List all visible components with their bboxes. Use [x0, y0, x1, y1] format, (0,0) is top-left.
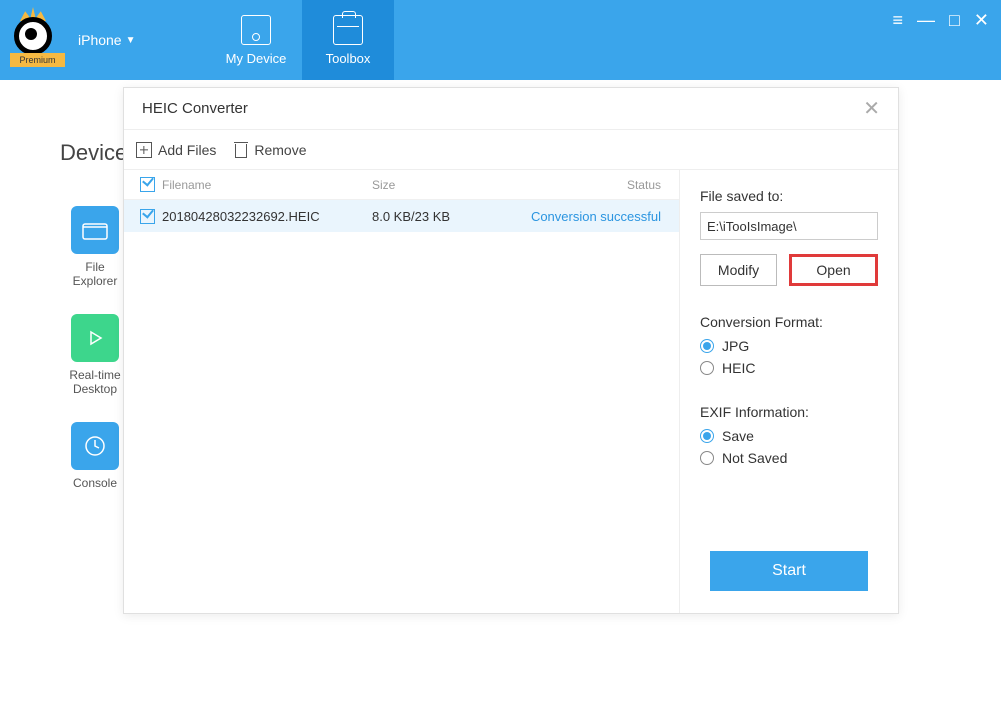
radio-icon	[700, 429, 714, 443]
plus-icon	[136, 142, 152, 158]
tab-toolbox[interactable]: Toolbox	[302, 0, 394, 80]
toolbox-icon	[333, 15, 363, 45]
close-icon[interactable]: ✕	[974, 10, 989, 31]
radio-label: Not Saved	[722, 450, 787, 466]
add-files-button[interactable]: Add Files	[136, 142, 216, 158]
device-icon	[241, 15, 271, 45]
dialog-toolbar: Add Files Remove	[124, 130, 898, 170]
radio-label: Save	[722, 428, 754, 444]
tab-label: Toolbox	[326, 51, 371, 66]
console-icon	[71, 422, 119, 470]
col-filename[interactable]: Filename	[162, 178, 372, 192]
button-label: Add Files	[158, 142, 216, 158]
exif-save-radio[interactable]: Save	[700, 428, 878, 444]
exif-label: EXIF Information:	[700, 404, 878, 420]
radio-label: JPG	[722, 338, 749, 354]
saved-to-input[interactable]	[700, 212, 878, 240]
app-logo: Premium	[10, 15, 60, 65]
dialog-titlebar: HEIC Converter ✕	[124, 88, 898, 130]
open-button-highlight: Open	[789, 254, 878, 286]
tile-label: Console	[73, 476, 117, 490]
eye-icon	[14, 17, 52, 55]
file-row[interactable]: 20180428032232692.HEIC 8.0 KB/23 KB Conv…	[124, 200, 679, 232]
tile-realtime-desktop[interactable]: Real-time Desktop	[60, 314, 130, 396]
heic-converter-dialog: HEIC Converter ✕ Add Files Remove Filena…	[123, 87, 899, 614]
open-button[interactable]: Open	[816, 262, 850, 278]
row-filename: 20180428032232692.HEIC	[162, 209, 372, 224]
path-buttons: Modify Open	[700, 254, 878, 286]
window-controls: ≡ — □ ✕	[893, 10, 989, 31]
tile-console[interactable]: Console	[60, 422, 130, 490]
file-list-pane: Filename Size Status 20180428032232692.H…	[124, 170, 680, 613]
app-header: Premium iPhone ▼ My Device Toolbox ≡ — □…	[0, 0, 1001, 80]
radio-icon	[700, 339, 714, 353]
nav-tabs: My Device Toolbox	[210, 0, 394, 80]
close-icon[interactable]: ✕	[863, 96, 880, 121]
tile-file-explorer[interactable]: File Explorer	[60, 206, 130, 288]
format-jpg-radio[interactable]: JPG	[700, 338, 878, 354]
tile-label: File Explorer	[73, 260, 118, 288]
chevron-down-icon: ▼	[126, 35, 136, 46]
button-label: Remove	[254, 142, 306, 158]
row-size: 8.0 KB/23 KB	[372, 209, 502, 224]
col-status[interactable]: Status	[502, 178, 671, 192]
radio-label: HEIC	[722, 360, 755, 376]
modify-button[interactable]: Modify	[700, 254, 777, 286]
menu-icon[interactable]: ≡	[893, 10, 904, 31]
dialog-body: Filename Size Status 20180428032232692.H…	[124, 170, 898, 613]
select-all-checkbox[interactable]	[140, 177, 155, 192]
radio-icon	[700, 361, 714, 375]
tab-my-device[interactable]: My Device	[210, 0, 302, 80]
row-status: Conversion successful	[502, 209, 671, 224]
device-selector[interactable]: iPhone ▼	[78, 32, 136, 48]
play-icon	[71, 314, 119, 362]
col-size[interactable]: Size	[372, 178, 502, 192]
tile-label: Real-time Desktop	[69, 368, 120, 396]
remove-button[interactable]: Remove	[234, 142, 306, 158]
file-list-header: Filename Size Status	[124, 170, 679, 200]
exif-notsaved-radio[interactable]: Not Saved	[700, 450, 878, 466]
maximize-icon[interactable]: □	[949, 10, 960, 31]
row-checkbox[interactable]	[140, 209, 155, 224]
minimize-icon[interactable]: —	[917, 10, 935, 31]
logo-area: Premium iPhone ▼	[0, 0, 210, 80]
start-button[interactable]: Start	[710, 551, 868, 591]
dialog-title: HEIC Converter	[142, 100, 248, 117]
tab-label: My Device	[226, 51, 287, 66]
device-label: iPhone	[78, 32, 122, 48]
folder-icon	[71, 206, 119, 254]
options-pane: File saved to: Modify Open Conversion Fo…	[680, 170, 898, 613]
format-heic-radio[interactable]: HEIC	[700, 360, 878, 376]
premium-badge: Premium	[10, 53, 65, 67]
format-label: Conversion Format:	[700, 314, 878, 330]
radio-icon	[700, 451, 714, 465]
saved-to-label: File saved to:	[700, 188, 878, 204]
trash-icon	[234, 142, 248, 158]
